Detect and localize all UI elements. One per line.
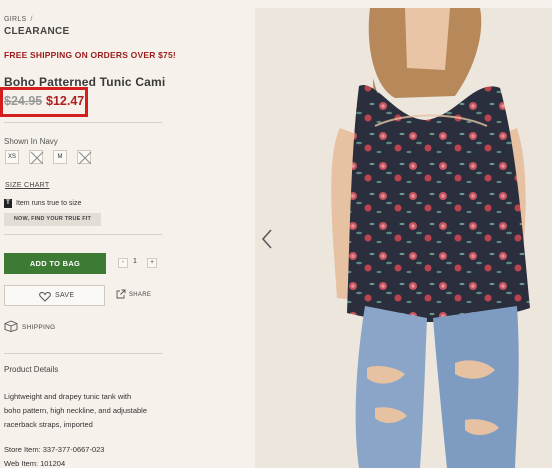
shipping-link[interactable]: SHIPPING	[22, 324, 55, 331]
model-photo	[255, 8, 552, 468]
size-chart-link[interactable]: SIZE CHART	[5, 182, 50, 189]
product-info-panel: GIRLS / CLEARANCE FREE SHIPPING ON ORDERS…	[0, 0, 252, 468]
unavailable-x-icon	[30, 151, 44, 165]
share-icon[interactable]	[116, 289, 126, 299]
breadcrumb-separator: /	[30, 16, 33, 23]
description-line: Lightweight and drapey tunic tank with	[4, 392, 132, 401]
true-fit-icon: T	[4, 199, 12, 208]
unavailable-x-icon	[78, 151, 92, 165]
sale-price: $12.47	[46, 94, 85, 108]
share-button[interactable]: SHARE	[129, 292, 151, 298]
product-details-heading: Product Details	[4, 365, 59, 374]
original-price: $24.95	[4, 94, 43, 108]
product-image[interactable]	[255, 8, 552, 468]
free-shipping-promo: FREE SHIPPING ON ORDERS OVER $75!	[4, 50, 176, 60]
find-true-fit-button[interactable]: NOW, FIND YOUR TRUE FIT	[4, 213, 101, 226]
size-option-unavailable[interactable]	[77, 150, 92, 165]
divider	[4, 122, 162, 123]
heart-icon	[39, 291, 51, 302]
quantity-increase-button[interactable]: +	[147, 258, 157, 268]
description-line: racerback straps, imported	[4, 420, 93, 429]
quantity-value[interactable]: 1	[133, 258, 137, 265]
size-option-unavailable[interactable]	[29, 150, 44, 165]
web-item-number: Web Item: 101204	[4, 459, 66, 468]
add-to-bag-button[interactable]: ADD TO BAG	[4, 253, 106, 274]
description-line: boho pattern, high neckline, and adjusta…	[4, 406, 148, 415]
breadcrumb-current[interactable]: CLEARANCE	[4, 26, 69, 37]
quantity-decrease-button[interactable]: -	[118, 258, 128, 268]
breadcrumb-girls-link[interactable]: GIRLS	[4, 16, 27, 23]
divider	[4, 234, 162, 235]
breadcrumb: GIRLS /	[4, 16, 33, 23]
shipping-box-icon	[4, 320, 18, 332]
size-option-xs[interactable]: XS	[5, 150, 19, 164]
fit-description: Item runs true to size	[16, 200, 82, 207]
save-button[interactable]: SAVE	[4, 285, 105, 306]
save-label: SAVE	[55, 292, 75, 299]
color-label: Shown In Navy	[4, 137, 58, 146]
product-description: Lightweight and drapey tunic tank with b…	[4, 390, 174, 432]
size-option-m[interactable]: M	[53, 150, 67, 164]
store-item-number: Store Item: 337-377-0667-023	[4, 445, 105, 454]
chevron-left-icon[interactable]	[260, 228, 274, 250]
divider	[4, 353, 162, 354]
